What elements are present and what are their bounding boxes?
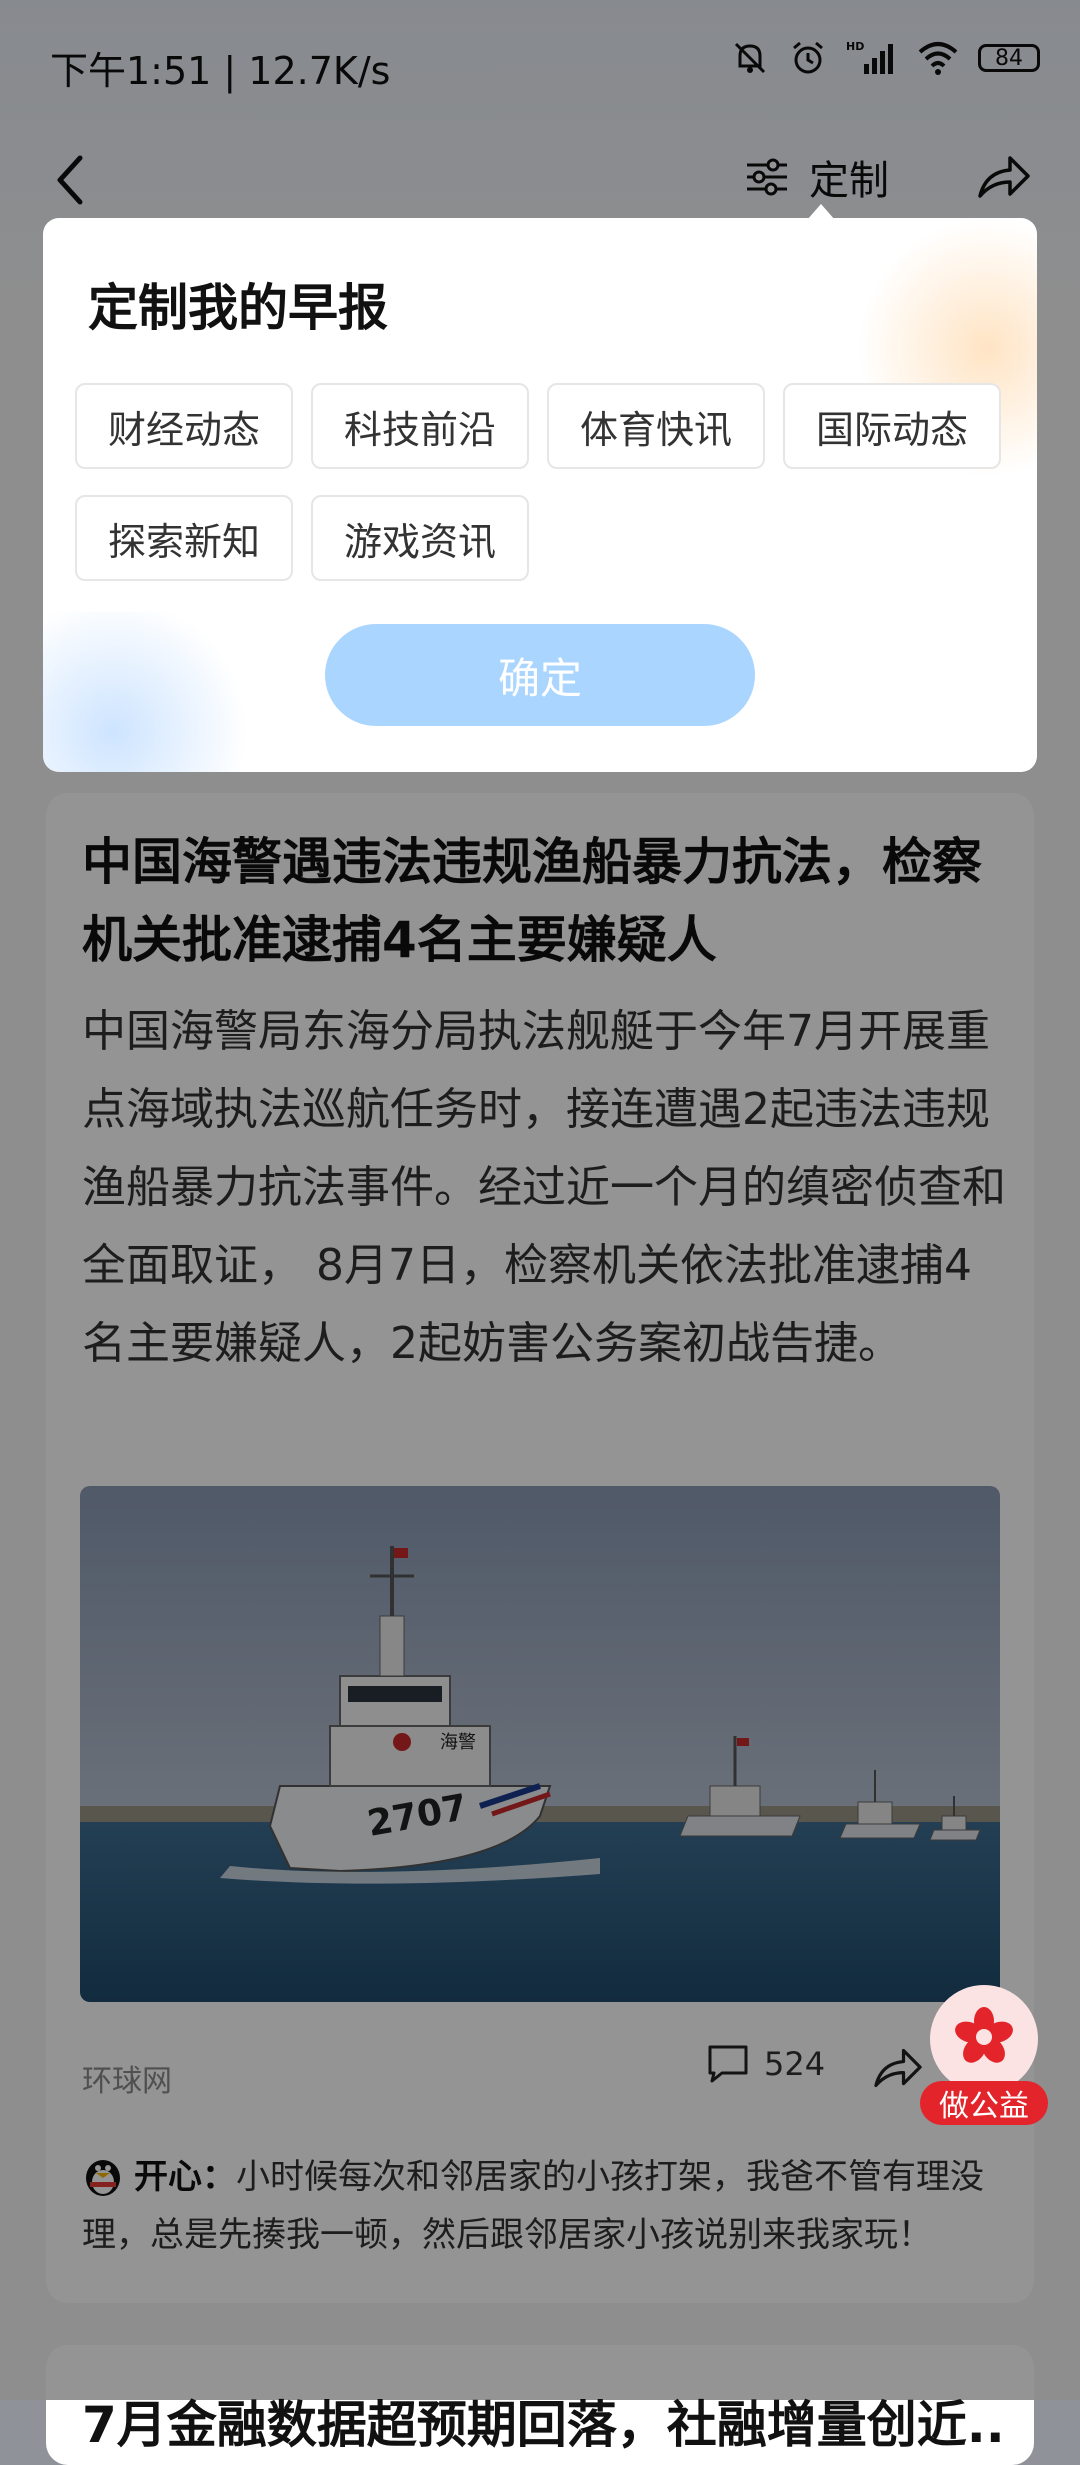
confirm-button[interactable]: 确定 [325, 624, 755, 726]
charity-label: 做公益 [920, 2081, 1048, 2125]
topic-tag-tech[interactable]: 科技前沿 [311, 383, 529, 469]
topic-tag-sports[interactable]: 体育快讯 [547, 383, 765, 469]
topic-tag-games[interactable]: 游戏资讯 [311, 495, 529, 581]
popup-glow-bottom [43, 612, 263, 772]
customize-popup: 定制我的早报 财经动态 科技前沿 体育快讯 国际动态 探索新知 游戏资讯 确定 [43, 218, 1037, 772]
topic-tag-list: 财经动态 科技前沿 体育快讯 国际动态 探索新知 游戏资讯 [75, 383, 1015, 581]
flower-icon [955, 2007, 1013, 2063]
topic-tag-finance[interactable]: 财经动态 [75, 383, 293, 469]
topic-tag-explore[interactable]: 探索新知 [75, 495, 293, 581]
popup-title: 定制我的早报 [88, 279, 388, 337]
topic-tag-international[interactable]: 国际动态 [783, 383, 1001, 469]
charity-float-button[interactable]: 做公益 [920, 1985, 1048, 2135]
charity-badge-circle [930, 1985, 1038, 2093]
